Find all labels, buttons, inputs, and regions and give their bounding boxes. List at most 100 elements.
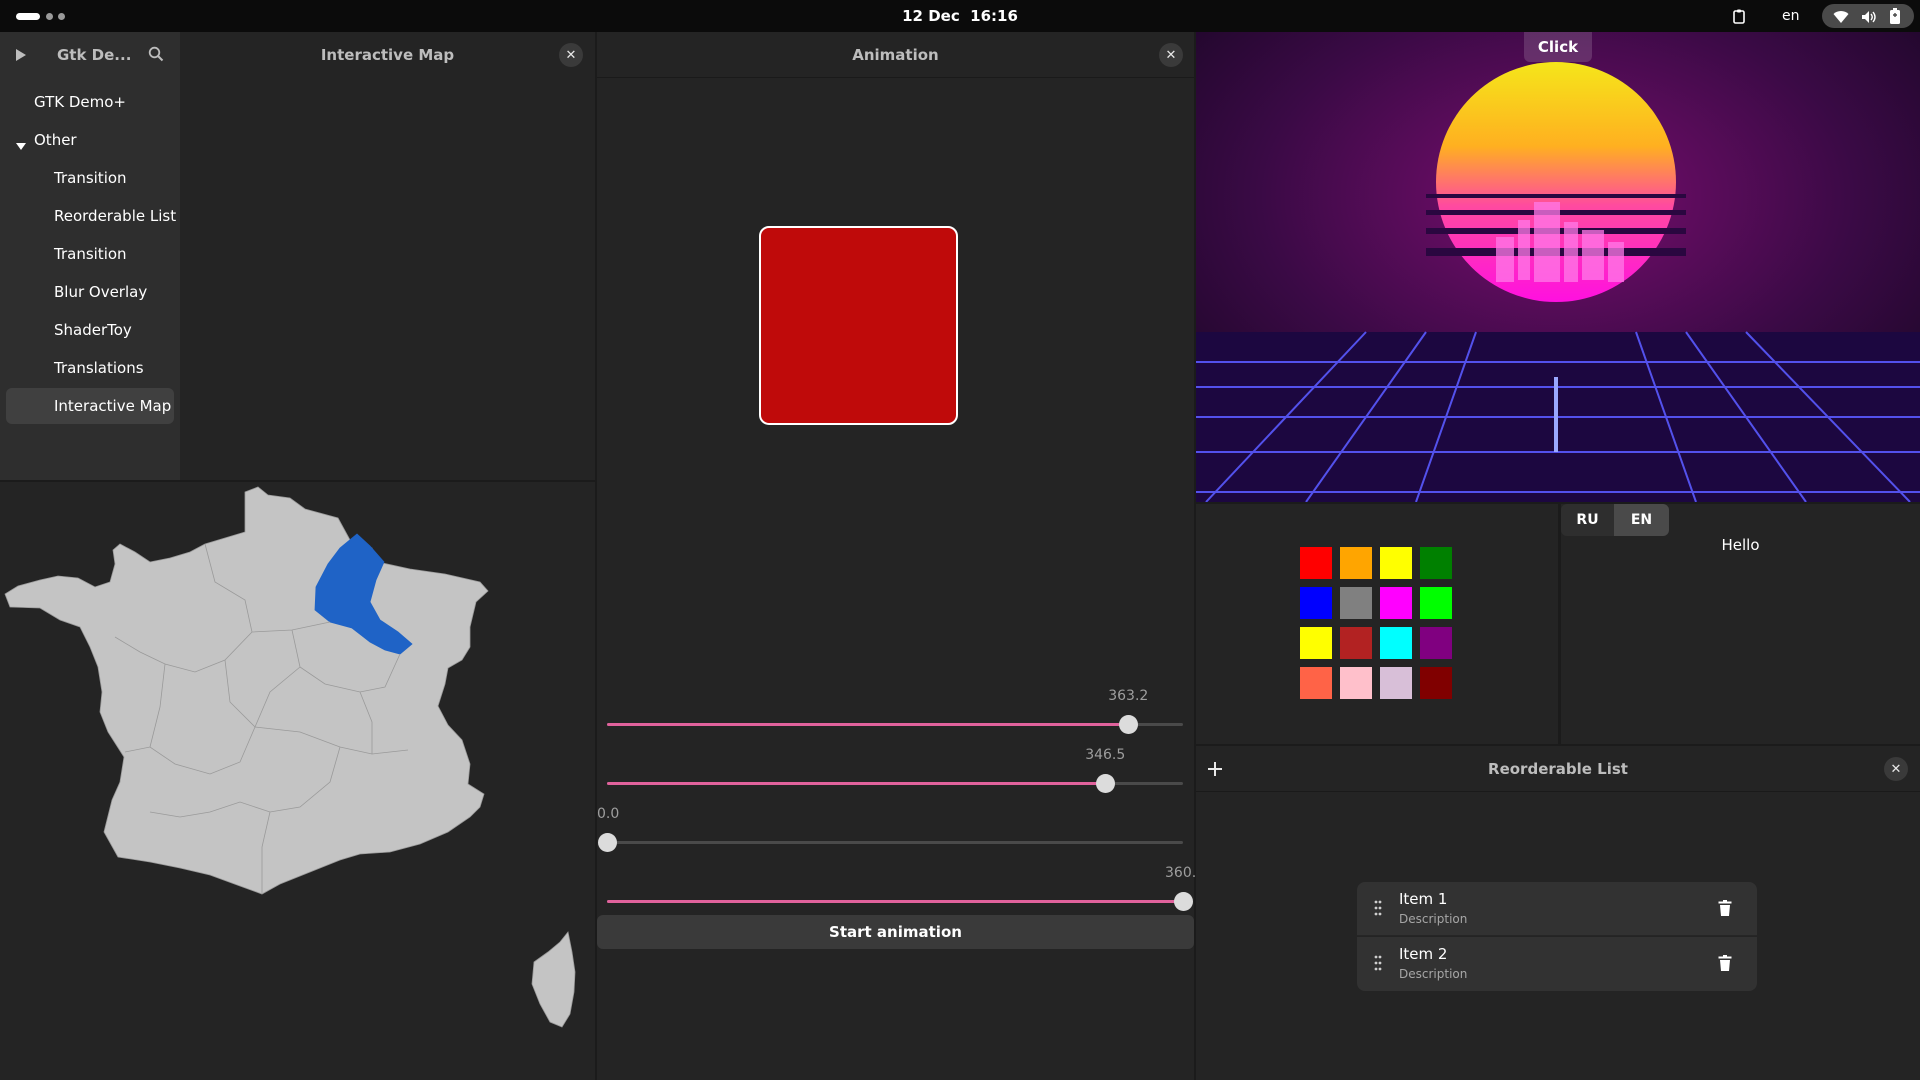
lang-button-ru[interactable]: RU [1561, 504, 1614, 536]
color-swatch[interactable] [1420, 587, 1452, 619]
expander-arrow-icon[interactable] [16, 136, 26, 155]
animation-header: Animation ✕ [597, 32, 1194, 78]
sidebar-item-shadertoy[interactable]: ShaderToy [54, 321, 132, 339]
start-animation-button[interactable]: Start animation [597, 915, 1194, 949]
sidebar-item-label: GTK Demo+ [34, 93, 126, 111]
animation-slider[interactable]: 346.5 [607, 747, 1183, 795]
sidebar-item-translations[interactable]: Translations [54, 359, 144, 377]
color-swatch[interactable] [1340, 667, 1372, 699]
delete-icon[interactable] [1718, 955, 1732, 975]
color-swatch[interactable] [1340, 627, 1372, 659]
sidebar-item-transition[interactable]: Transition [54, 169, 127, 187]
slider-value: 363.2 [1108, 688, 1149, 704]
list-item[interactable]: Item 2 Description [1357, 937, 1757, 991]
slider-knob[interactable] [1096, 774, 1116, 793]
drag-handle-icon[interactable] [1374, 900, 1382, 920]
color-swatch[interactable] [1420, 547, 1452, 579]
color-swatch[interactable] [1300, 627, 1332, 659]
volume-icon [1861, 9, 1877, 28]
item-description: Description [1399, 967, 1468, 981]
window-title: Animation [852, 45, 939, 64]
map-window [0, 482, 595, 1080]
slider-value: 346.5 [1085, 747, 1126, 763]
button-label: EN [1630, 512, 1653, 528]
sidebar-item-label: Transition [54, 169, 127, 187]
click-button[interactable]: Click [1524, 32, 1592, 62]
slider-fill [607, 723, 1129, 726]
slider-fill [607, 782, 1106, 785]
button-label: RU [1576, 512, 1599, 528]
item-title: Item 1 [1399, 890, 1448, 908]
sidebar-item-label: Reorderable List [54, 207, 177, 225]
demo-sidebar: Gtk De... GTK Demo+ Other Transition Reo… [0, 32, 180, 480]
sidebar-item-label: Other [34, 131, 77, 149]
france-map [4, 486, 576, 1028]
sidebar-item-other[interactable]: Other [34, 131, 77, 149]
sidebar-title: Gtk De... [57, 46, 132, 64]
translated-text: Hello [1721, 536, 1760, 554]
gtk-demo-window: Gtk De... GTK Demo+ Other Transition Reo… [0, 32, 595, 480]
window-title: Reorderable List [1488, 759, 1628, 778]
sidebar-item-blur-overlay[interactable]: Blur Overlay [54, 283, 147, 301]
close-icon[interactable]: ✕ [1884, 757, 1908, 781]
battery-icon [1890, 8, 1900, 28]
animated-square [759, 226, 958, 425]
search-icon[interactable] [148, 46, 164, 66]
delete-icon[interactable] [1718, 900, 1732, 920]
animation-slider[interactable]: 0.0 [597, 806, 1183, 854]
color-swatch[interactable] [1340, 547, 1372, 579]
color-swatch[interactable] [1380, 587, 1412, 619]
sidebar-item-label: Translations [54, 359, 144, 377]
color-swatch[interactable] [1300, 587, 1332, 619]
keyboard-layout-indicator[interactable]: en [1782, 8, 1800, 24]
animation-slider[interactable]: 363.2 [607, 688, 1183, 736]
lang-button-en[interactable]: EN [1614, 504, 1669, 536]
color-swatch[interactable] [1300, 547, 1332, 579]
slider-knob[interactable] [1119, 715, 1139, 734]
sidebar-header: Gtk De... [0, 32, 180, 78]
language-switcher: RU EN [1561, 504, 1669, 536]
sidebar-item-label: ShaderToy [54, 321, 132, 339]
map-region-mainland[interactable] [4, 486, 489, 895]
system-status-area[interactable] [1822, 4, 1914, 28]
clipboard-icon[interactable] [1731, 8, 1747, 24]
demo-pane-header: Interactive Map ✕ [180, 32, 595, 78]
wifi-icon [1833, 9, 1849, 28]
sidebar-item-label: Blur Overlay [54, 283, 148, 301]
translations-window: RU EN Hello [1561, 504, 1920, 744]
sidebar-item-gtk-demo-plus[interactable]: GTK Demo+ [34, 93, 126, 111]
animation-slider[interactable]: 360.0 [607, 865, 1205, 913]
sidebar-item-transition[interactable]: Transition [54, 245, 127, 263]
color-swatch[interactable] [1300, 667, 1332, 699]
slider-fill [607, 900, 1183, 903]
item-description: Description [1399, 912, 1468, 926]
color-swatch[interactable] [1380, 667, 1412, 699]
synthwave-shader[interactable] [1196, 32, 1920, 502]
run-demo-icon[interactable] [15, 47, 27, 66]
close-icon[interactable]: ✕ [1159, 43, 1183, 67]
sidebar-item-label: Interactive Map [54, 397, 172, 415]
list-item[interactable]: Item 1 Description [1357, 882, 1757, 936]
clock[interactable]: 12 Dec 16:16 [0, 7, 1920, 25]
button-label: Click [1537, 38, 1579, 56]
color-swatches-window [1196, 504, 1558, 744]
slider-knob[interactable] [1174, 892, 1193, 911]
add-icon[interactable] [1207, 761, 1223, 781]
reorderable-header: Reorderable List ✕ [1196, 746, 1920, 792]
color-swatch[interactable] [1420, 667, 1452, 699]
top-bar: 12 Dec 16:16 en [0, 0, 1920, 32]
sidebar-item-interactive-map[interactable]: Interactive Map [6, 388, 174, 424]
color-swatch[interactable] [1380, 547, 1412, 579]
color-swatch[interactable] [1380, 627, 1412, 659]
close-icon[interactable]: ✕ [559, 43, 583, 67]
slider-track [607, 841, 1183, 844]
color-swatch[interactable] [1420, 627, 1452, 659]
map-region-corsica[interactable] [531, 931, 576, 1028]
slider-knob[interactable] [598, 833, 617, 852]
drag-handle-icon[interactable] [1374, 955, 1382, 975]
color-swatch[interactable] [1340, 587, 1372, 619]
shadertoy-window: Click [1196, 32, 1920, 502]
sidebar-item-reorderable-list[interactable]: Reorderable List [54, 207, 176, 225]
center-light [1554, 377, 1558, 452]
item-title: Item 2 [1399, 945, 1448, 963]
